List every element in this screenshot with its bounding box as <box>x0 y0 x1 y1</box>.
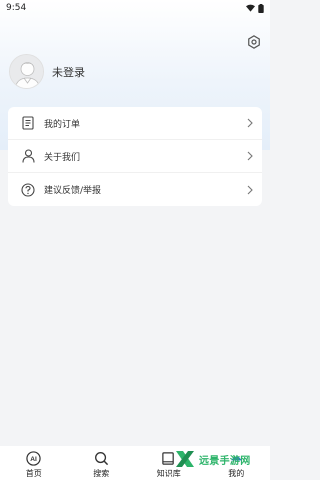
menu-card: 我的订单 关于我们 建议反馈/举报 <box>8 107 262 206</box>
help-icon <box>21 182 35 197</box>
default-avatar-icon <box>10 55 43 88</box>
tab-search[interactable]: 搜索 <box>71 450 131 479</box>
gear-icon <box>248 35 260 49</box>
status-bar: 9:54 <box>0 0 270 16</box>
status-icons <box>246 3 264 13</box>
book-icon <box>161 450 177 466</box>
tab-label: 知识库 <box>156 469 181 478</box>
menu-item-about[interactable]: 关于我们 <box>8 140 262 173</box>
tab-home[interactable]: AI 首页 <box>4 450 64 479</box>
menu-label: 我的订单 <box>44 119 81 130</box>
search-icon <box>93 450 109 466</box>
menu-item-orders[interactable]: 我的订单 <box>8 107 262 140</box>
menu-label: 建议反馈/举报 <box>44 186 102 196</box>
wifi-icon <box>246 4 255 12</box>
settings-button[interactable] <box>246 34 262 50</box>
tab-knowledge-base[interactable]: 知识库 <box>139 450 199 479</box>
tab-label: 搜索 <box>93 469 110 478</box>
tab-label: 我的 <box>228 469 245 478</box>
status-time: 9:54 <box>6 3 27 13</box>
menu-label: 关于我们 <box>44 152 81 163</box>
tab-label: 首页 <box>25 469 42 478</box>
ai-icon: AI <box>26 450 42 466</box>
menu-item-feedback[interactable]: 建议反馈/举报 <box>8 173 262 206</box>
profile-section[interactable]: 未登录 <box>9 54 85 89</box>
user-icon <box>228 450 244 466</box>
battery-icon <box>258 3 264 13</box>
chevron-right-icon <box>247 118 253 128</box>
svg-text:AI: AI <box>30 456 37 463</box>
avatar[interactable] <box>9 54 44 89</box>
tab-mine[interactable]: 我的 <box>206 450 266 479</box>
username-label[interactable]: 未登录 <box>52 64 85 80</box>
chevron-right-icon <box>247 151 253 161</box>
person-icon <box>21 149 35 163</box>
chevron-right-icon <box>247 185 253 194</box>
document-icon <box>21 116 35 130</box>
bottom-tab-bar: AI 首页 搜索 知识库 我的 <box>0 446 270 480</box>
